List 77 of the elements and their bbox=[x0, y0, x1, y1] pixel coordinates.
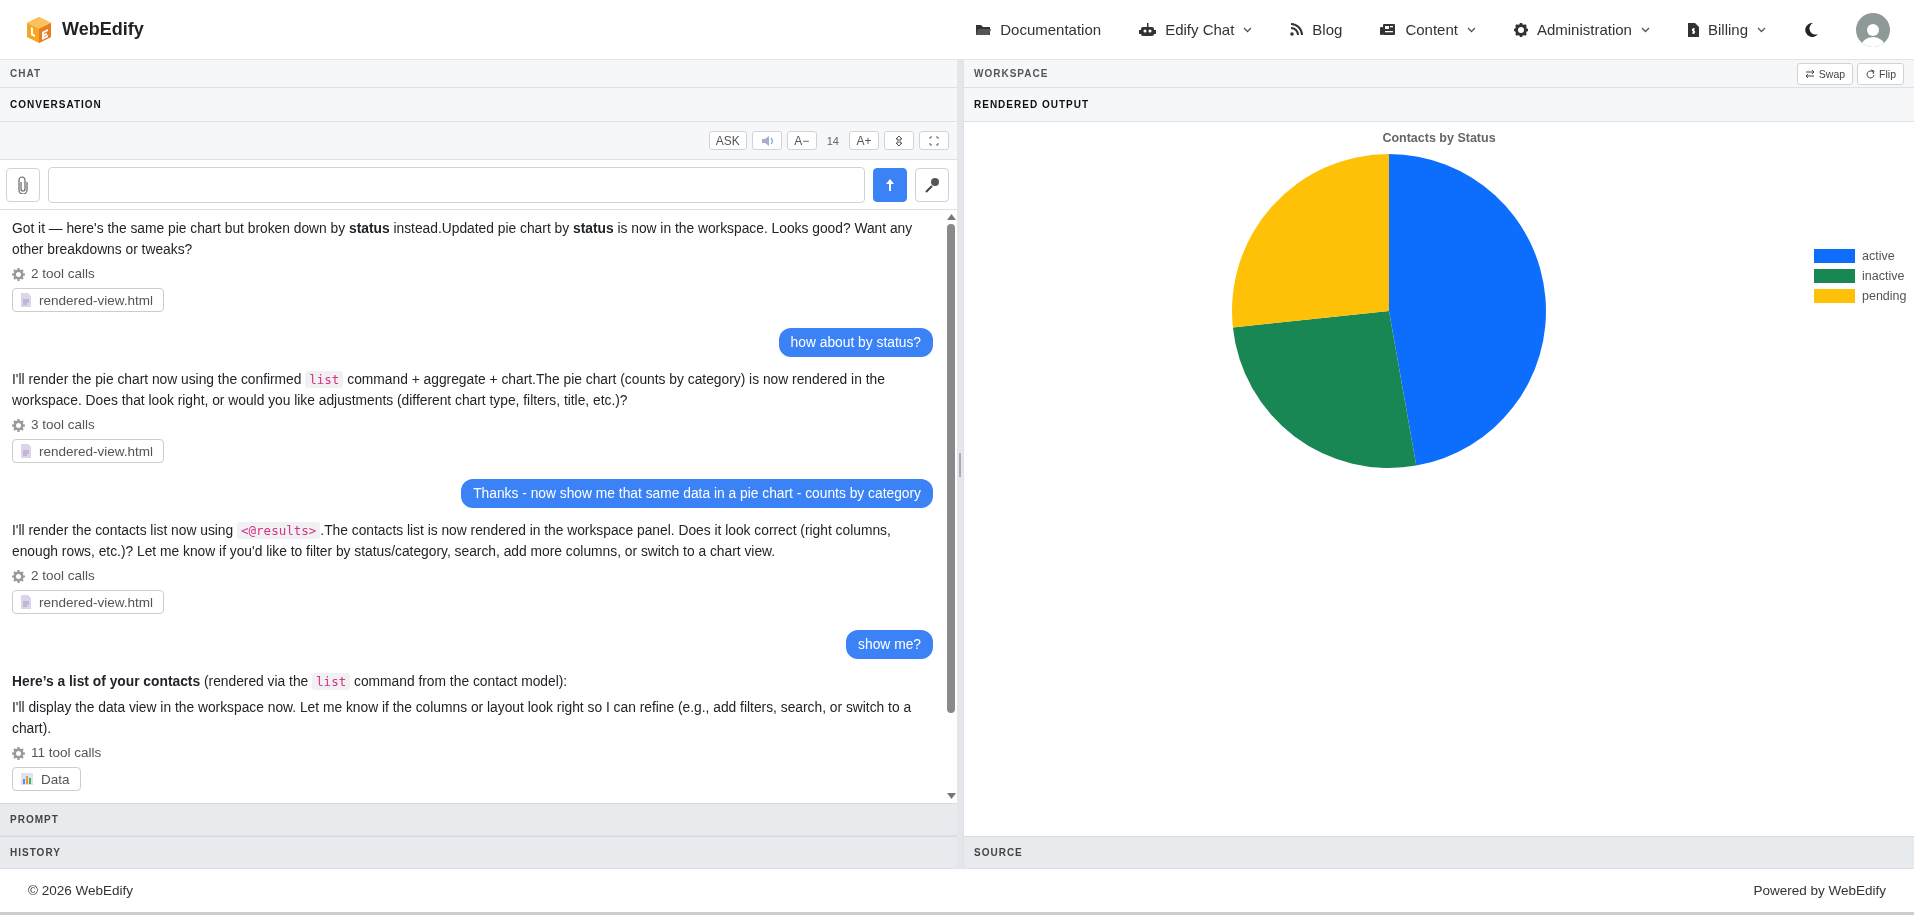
up-down-arrow-button[interactable] bbox=[884, 131, 914, 150]
attach-button[interactable] bbox=[6, 167, 40, 202]
nav-link[interactable]: Administration bbox=[1513, 21, 1650, 38]
file-icon bbox=[21, 595, 31, 609]
attachment-chip[interactable]: rendered-view.html bbox=[12, 439, 165, 463]
collapsed-section-header[interactable]: HISTORY bbox=[0, 836, 957, 869]
collapsed-section-header[interactable]: SOURCE bbox=[964, 836, 1914, 869]
toolbar-button[interactable]: A− bbox=[786, 131, 817, 150]
workspace-button[interactable]: Swap bbox=[1796, 62, 1854, 85]
up-arrow-icon bbox=[885, 177, 895, 192]
assistant-message: Got it — here's the same pie chart but broken down by status instead.Updated pie chart by status is now in the workspace. Looks good? Want any other breakdowns or tweaks? bbox=[12, 220, 914, 259]
nav-link[interactable]: Documentation bbox=[975, 21, 1102, 38]
gear-icon bbox=[12, 267, 25, 281]
microphone-icon bbox=[924, 176, 940, 193]
user-message: how about by status? bbox=[778, 328, 933, 357]
panel-header: WORKSPACE bbox=[974, 68, 1049, 79]
newspaper-icon bbox=[1380, 23, 1397, 36]
chart-title: Contacts by Status bbox=[1382, 131, 1496, 145]
brand-name[interactable]: WebEdify bbox=[62, 19, 144, 40]
section-header: CONVERSATION bbox=[0, 88, 957, 122]
assistant-message: Here’s a list of your contacts (rendered via the list command from the contact model): bbox=[12, 672, 569, 692]
file-icon bbox=[21, 293, 31, 307]
tool-calls-count[interactable]: 2 tool calls bbox=[31, 567, 95, 585]
legend-label: inactive bbox=[1862, 269, 1905, 283]
tool-calls-count[interactable]: 11 tool calls bbox=[31, 744, 102, 762]
up-down-arrow-icon bbox=[893, 134, 905, 147]
user-message: show me? bbox=[846, 630, 933, 659]
robot-icon bbox=[1139, 22, 1157, 37]
tool-calls-count[interactable]: 2 tool calls bbox=[31, 265, 95, 283]
attachment-chip[interactable]: rendered-view.html bbox=[12, 288, 165, 312]
attachment-chip[interactable]: Data bbox=[12, 767, 81, 791]
scroll-up-icon[interactable] bbox=[946, 214, 956, 220]
scroll-down-icon[interactable] bbox=[946, 793, 956, 799]
gear-icon bbox=[12, 418, 25, 432]
nav-link[interactable]: Blog bbox=[1290, 21, 1343, 38]
rotate-icon bbox=[1865, 68, 1876, 79]
gear-icon bbox=[12, 746, 25, 760]
legend-label: active bbox=[1862, 249, 1895, 263]
avatar[interactable] bbox=[1856, 12, 1890, 47]
section-header: RENDERED OUTPUT bbox=[964, 88, 1914, 122]
fullscreen-icon bbox=[928, 134, 940, 147]
workspace-button[interactable]: Flip bbox=[1857, 62, 1904, 85]
send-button[interactable] bbox=[873, 167, 907, 202]
message-input[interactable] bbox=[48, 166, 865, 203]
attachment-chip[interactable]: rendered-view.html bbox=[12, 590, 165, 614]
toolbar-button[interactable]: A+ bbox=[849, 131, 879, 150]
gear-icon bbox=[12, 569, 25, 583]
user-message: Thanks - now show me that same data in a pie chart - counts by category bbox=[461, 479, 933, 508]
legend-label: pending bbox=[1862, 289, 1907, 303]
fullscreen-button[interactable] bbox=[919, 131, 949, 150]
copyright-text: © 2026 WebEdify bbox=[28, 883, 133, 898]
assistant-message: I'll display the data view in the workspace now. Let me know if the columns or layout look right so I can refine (e.g., add filters, search, or switch to a chart). bbox=[12, 699, 913, 738]
microphone-button[interactable] bbox=[915, 167, 949, 202]
assistant-message: I'll render the pie chart now using the confirmed list command + aggregate + chart.The pie chart (counts by category) is now rendered in the workspace. Does that look right, or would you like adjustments (different chart type, filters, title, etc.)? bbox=[12, 370, 886, 410]
toolbar-button[interactable]: ASK bbox=[708, 131, 747, 150]
moon-icon[interactable] bbox=[1804, 22, 1818, 37]
nav-link[interactable]: Content bbox=[1380, 21, 1476, 38]
splitter-handle[interactable] bbox=[959, 452, 961, 477]
file-icon bbox=[21, 444, 31, 458]
swap-arrows-icon bbox=[1804, 68, 1815, 79]
nav-link[interactable]: Edify Chat bbox=[1139, 21, 1253, 38]
assistant-message: I'll render the contacts list now using <@results> .The contacts list is now rendered in the workspace panel. Does it look correct (right columns, enough rows, etc.)? Let me know if you'd like to filter by status/category, search, add more columns, or switch to a chart view. bbox=[12, 521, 892, 561]
logo-icon bbox=[26, 15, 52, 44]
panel-header: CHAT bbox=[0, 60, 957, 88]
font-size-value: 14 bbox=[825, 134, 840, 147]
tool-calls-count[interactable]: 3 tool calls bbox=[31, 416, 95, 434]
speaker-button[interactable] bbox=[751, 131, 782, 150]
rss-icon bbox=[1290, 23, 1304, 36]
invoice-icon bbox=[1687, 22, 1699, 37]
paperclip-icon bbox=[17, 175, 29, 194]
nav-link[interactable]: Billing bbox=[1687, 21, 1766, 38]
speaker-icon bbox=[760, 134, 773, 147]
chart-icon bbox=[21, 772, 33, 786]
powered-by-text: Powered by WebEdify bbox=[1753, 883, 1886, 898]
collapsed-section-header[interactable]: PROMPT bbox=[0, 803, 957, 836]
folder-icon bbox=[975, 23, 992, 36]
gear-icon bbox=[1513, 22, 1528, 37]
